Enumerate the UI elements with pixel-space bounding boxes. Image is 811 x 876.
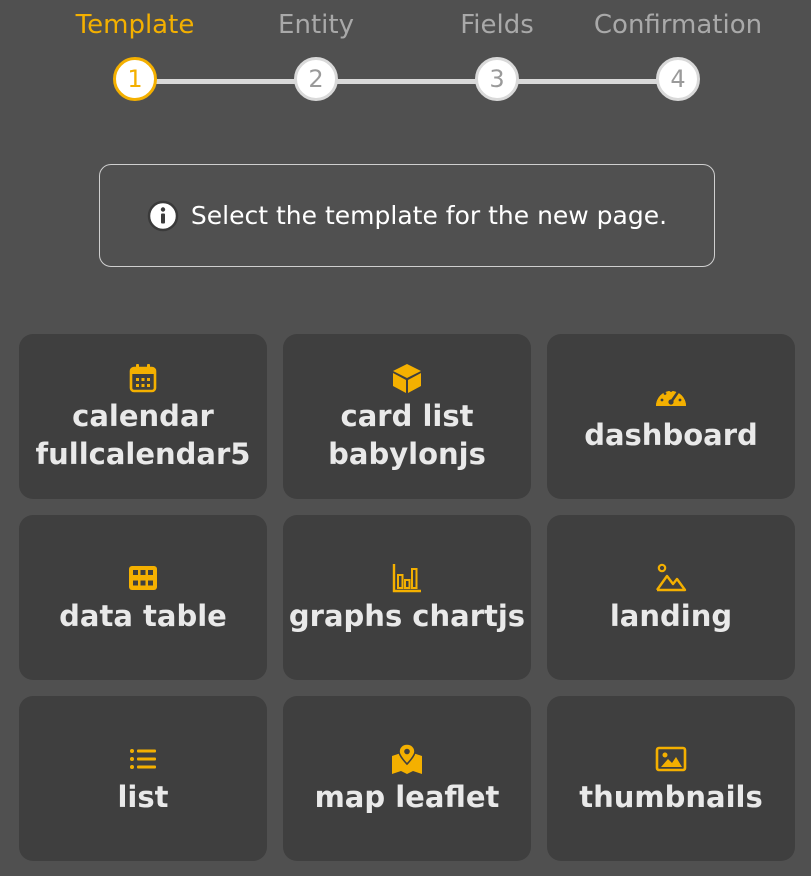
gauge-icon (656, 388, 686, 406)
info-message: Select the template for the new page. (99, 164, 715, 267)
wizard-stepper: Template 1 Entity 2 Fields 3 Confirmatio… (0, 0, 811, 130)
step-entity[interactable]: Entity 2 (226, 0, 406, 101)
template-grid: calendar fullcalendar5 card list babylon… (19, 334, 795, 861)
step-template[interactable]: Template 1 (45, 0, 225, 101)
template-label: data table (59, 598, 227, 633)
template-label: dashboard (584, 417, 758, 452)
new-page-wizard: Template 1 Entity 2 Fields 3 Confirmatio… (0, 0, 811, 876)
info-text: Select the template for the new page. (190, 201, 668, 230)
table-icon (129, 565, 157, 590)
template-label: list (117, 779, 169, 814)
template-card-map[interactable]: map leaflet (283, 696, 531, 861)
step-number[interactable]: 4 (656, 57, 700, 101)
template-card-thumbnails[interactable]: thumbnails (547, 696, 795, 861)
bar-chart-icon (392, 563, 421, 592)
step-label: Template (75, 10, 195, 40)
map-marker-icon (392, 742, 422, 774)
step-number[interactable]: 1 (113, 57, 157, 101)
template-card-data-table[interactable]: data table (19, 515, 267, 680)
template-label: card list babylonjs (328, 398, 486, 471)
step-number[interactable]: 3 (475, 57, 519, 101)
template-card-calendar[interactable]: calendar fullcalendar5 (19, 334, 267, 499)
calendar-icon (129, 363, 157, 392)
template-label: thumbnails (579, 779, 763, 814)
step-fields[interactable]: Fields 3 (407, 0, 587, 101)
list-icon (130, 748, 156, 769)
template-label: landing (609, 598, 733, 633)
template-label: calendar fullcalendar5 (35, 398, 251, 471)
template-card-graphs[interactable]: graphs chartjs (283, 515, 531, 680)
step-label: Fields (460, 10, 534, 40)
cube-icon (393, 363, 421, 393)
step-confirmation[interactable]: Confirmation 4 (588, 0, 768, 101)
mountain-icon (656, 563, 687, 591)
step-label: Confirmation (593, 10, 763, 40)
template-label: map leaflet (314, 779, 500, 814)
template-card-list[interactable]: list (19, 696, 267, 861)
template-card-card-list[interactable]: card list babylonjs (283, 334, 531, 499)
info-icon (147, 200, 179, 231)
step-label: Entity (278, 10, 354, 40)
step-number[interactable]: 2 (294, 57, 338, 101)
image-icon (655, 746, 687, 771)
template-card-dashboard[interactable]: dashboard (547, 334, 795, 499)
template-card-landing[interactable]: landing (547, 515, 795, 680)
template-label: graphs chartjs (288, 598, 526, 633)
